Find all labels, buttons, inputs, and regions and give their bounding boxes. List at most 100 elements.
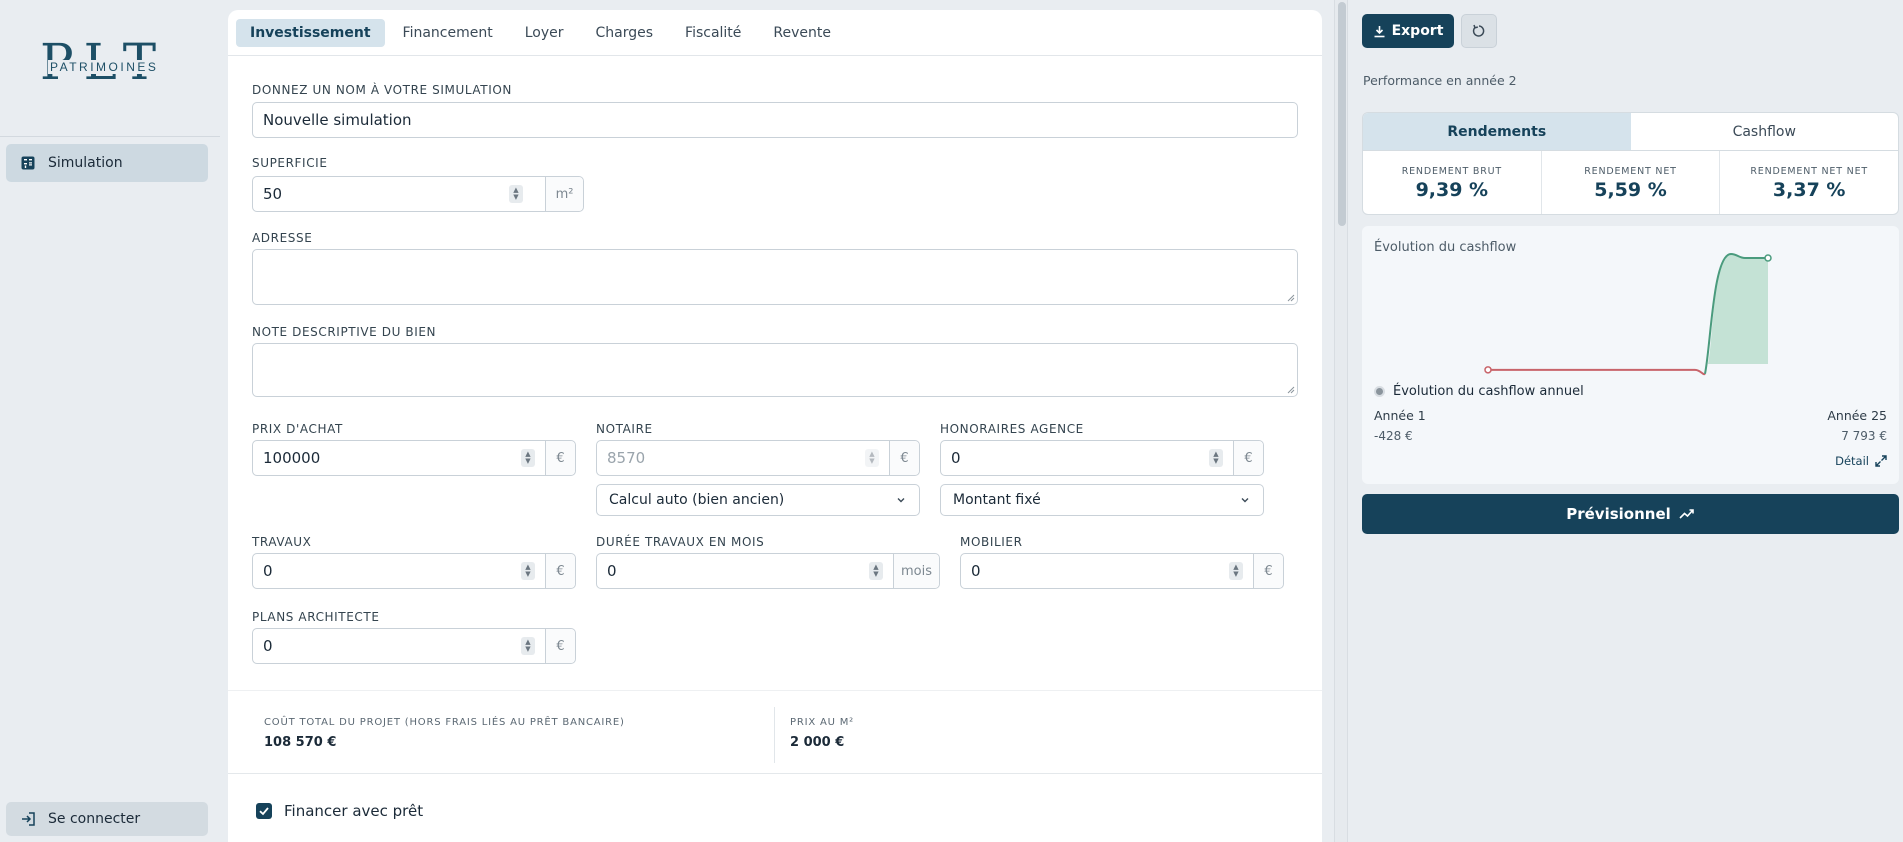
legend-marker	[1374, 386, 1385, 397]
architect-currency: €	[545, 629, 575, 663]
address-label: Adresse	[252, 231, 313, 245]
agency-currency: €	[1233, 441, 1263, 475]
detail-label: Détail	[1835, 454, 1869, 468]
loan-checkbox[interactable]	[256, 803, 272, 819]
chart-legend[interactable]: Évolution du cashflow annuel	[1374, 384, 1584, 399]
works-label: Travaux	[252, 535, 312, 549]
end-year: Année 25	[1827, 408, 1887, 423]
works-input[interactable]: 0 ▲ ▼ €	[252, 553, 576, 589]
reset-button[interactable]	[1461, 14, 1497, 48]
tab-fiscalite[interactable]: Fiscalité	[671, 19, 755, 47]
furniture-input[interactable]: 0 ▲ ▼ €	[960, 553, 1284, 589]
surface-stepper[interactable]: ▲ ▼	[509, 185, 523, 203]
resize-handle-icon[interactable]	[1285, 384, 1295, 394]
agency-mode-select[interactable]: Montant fixé	[940, 484, 1264, 516]
expand-icon	[1875, 455, 1887, 467]
tab-bar: Investissement Financement Loyer Charges…	[228, 10, 1322, 56]
architect-label: Plans architecte	[252, 610, 380, 624]
architect-stepper[interactable]: ▲ ▼	[521, 637, 535, 655]
logo: PLT PATRIMOINES	[40, 34, 180, 94]
totals-divider	[774, 707, 775, 763]
negative-line	[1488, 368, 1706, 376]
cashflow-chart	[1484, 252, 1772, 376]
surface-input[interactable]: 50 ▲ ▼ m²	[252, 176, 584, 212]
agency-input[interactable]: 0 ▲ ▼ €	[940, 440, 1264, 476]
tab-financement[interactable]: Financement	[389, 19, 507, 47]
tab-rendements[interactable]: Rendements	[1363, 113, 1631, 150]
previsionnel-button[interactable]: Prévisionnel	[1362, 494, 1899, 534]
price-stepper[interactable]: ▲ ▼	[521, 449, 535, 467]
sidebar-divider	[0, 136, 220, 137]
tab-investissement[interactable]: Investissement	[236, 18, 385, 47]
total-cost-value: 108 570 €	[264, 735, 337, 750]
tab-cashflow[interactable]: Cashflow	[1631, 113, 1899, 150]
sidebar-item-simulation[interactable]: Simulation	[6, 144, 208, 182]
end-value: 7 793 €	[1841, 429, 1887, 443]
works-duration-stepper[interactable]: ▲ ▼	[869, 562, 883, 580]
metrics-row: Rendement brut 9,39 % Rendement net 5,59…	[1363, 151, 1898, 214]
start-year: Année 1	[1374, 408, 1426, 423]
export-button[interactable]: Export	[1362, 14, 1454, 48]
start-point	[1484, 366, 1492, 374]
main-panel: Investissement Financement Loyer Charges…	[228, 10, 1322, 842]
tab-loyer[interactable]: Loyer	[511, 19, 578, 47]
agency-stepper[interactable]: ▲ ▼	[1209, 449, 1223, 467]
tab-revente[interactable]: Revente	[759, 19, 845, 47]
price-input[interactable]: 100000 ▲ ▼ €	[252, 440, 576, 476]
note-textarea[interactable]	[252, 343, 1298, 397]
positive-area	[1708, 254, 1768, 364]
architect-input[interactable]: 0 ▲ ▼ €	[252, 628, 576, 664]
price-value: 100000	[263, 449, 321, 467]
notary-currency: €	[889, 441, 919, 475]
sidebar: PLT PATRIMOINES Simulation Se connecter	[0, 0, 220, 842]
note-label: Note descriptive du bien	[252, 325, 437, 339]
works-currency: €	[545, 554, 575, 588]
works-duration-label: Durée travaux en mois	[596, 535, 765, 549]
notary-value: 8570	[607, 449, 646, 467]
simulation-name-input[interactable]: Nouvelle simulation	[252, 102, 1298, 138]
detail-link[interactable]: Détail	[1835, 454, 1887, 468]
works-duration-input[interactable]: 0 ▲ ▼ mois	[596, 553, 940, 589]
metric-rendement-net: Rendement net 5,59 %	[1542, 151, 1721, 214]
previsionnel-label: Prévisionnel	[1566, 505, 1671, 523]
metric-label: Rendement brut	[1401, 165, 1502, 177]
works-duration-value: 0	[607, 562, 617, 580]
furniture-label: Mobilier	[960, 535, 1023, 549]
reset-icon	[1472, 24, 1485, 37]
works-stepper[interactable]: ▲ ▼	[521, 562, 535, 580]
notary-input[interactable]: 8570 ▲ ▼ €	[596, 440, 920, 476]
furniture-stepper[interactable]: ▲ ▼	[1229, 562, 1243, 580]
start-value: -428 €	[1374, 429, 1413, 443]
download-icon	[1373, 25, 1386, 38]
trend-up-icon	[1679, 508, 1695, 520]
name-label: Donnez un nom à votre simulation	[252, 83, 512, 97]
loan-checkbox-label: Financer avec prêt	[284, 802, 424, 820]
loan-checkbox-row[interactable]: Financer avec prêt	[256, 802, 423, 820]
notary-stepper[interactable]: ▲ ▼	[865, 449, 879, 467]
price-label: Prix d'achat	[252, 422, 343, 436]
notary-mode-value: Calcul auto (bien ancien)	[609, 492, 785, 508]
architect-value: 0	[263, 637, 273, 655]
scrollbar-thumb[interactable]	[1338, 2, 1346, 226]
resize-handle-icon[interactable]	[1285, 292, 1295, 302]
simulation-name-value: Nouvelle simulation	[263, 111, 412, 129]
totals-summary: Coût total du projet (hors frais liés au…	[228, 690, 1322, 774]
address-textarea[interactable]	[252, 249, 1298, 305]
agency-value: 0	[951, 449, 961, 467]
metric-label: Rendement net	[1584, 165, 1677, 177]
surface-unit: m²	[545, 177, 583, 211]
surface-value: 50	[263, 185, 283, 203]
scrollbar[interactable]	[1334, 0, 1348, 842]
notary-mode-select[interactable]: Calcul auto (bien ancien)	[596, 484, 920, 516]
check-icon	[259, 807, 269, 816]
chevron-down-icon	[1241, 498, 1249, 503]
end-point	[1764, 254, 1772, 262]
agency-label: Honoraires agence	[940, 422, 1084, 436]
performance-label: Performance en année 2	[1363, 73, 1517, 88]
furniture-value: 0	[971, 562, 981, 580]
legend-label: Évolution du cashflow annuel	[1393, 384, 1584, 399]
price-m2-label: Prix au m²	[790, 717, 854, 728]
tab-charges[interactable]: Charges	[582, 19, 668, 47]
metric-value: 3,37 %	[1772, 178, 1846, 201]
login-button[interactable]: Se connecter	[6, 802, 208, 836]
